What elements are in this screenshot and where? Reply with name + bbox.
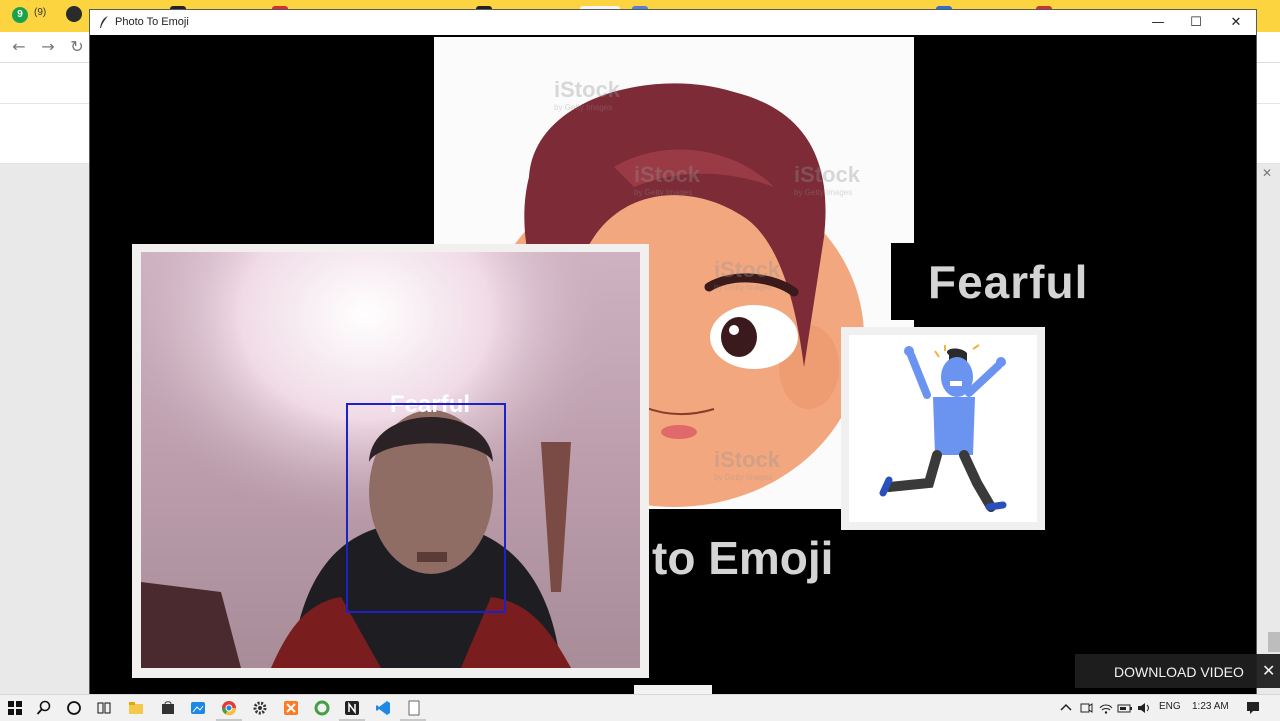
watermark: iStock by Getty Images	[794, 162, 861, 197]
minimize-button[interactable]: —	[1138, 10, 1178, 35]
wifi-icon[interactable]	[1098, 700, 1114, 716]
task-view-icon[interactable]	[96, 700, 112, 716]
volume-icon[interactable]	[1136, 700, 1152, 716]
battery-icon[interactable]	[1117, 700, 1133, 716]
browser-tab-icon[interactable]	[66, 6, 82, 22]
photo-to-emoji-window: Photo To Emoji — ☐ ✕ iStock by Getty Imag…	[89, 9, 1257, 695]
browser-scrollbar[interactable]	[1268, 632, 1280, 652]
feather-icon	[100, 16, 108, 28]
windows-start-icon[interactable]	[7, 700, 23, 716]
vscode-icon[interactable]	[375, 700, 391, 716]
windows-taskbar: ENG 1:23 AM	[0, 694, 1280, 721]
notepad-icon[interactable]	[406, 700, 422, 716]
chevron-up-icon[interactable]	[1058, 700, 1074, 716]
close-icon[interactable]: ✕	[1262, 166, 1272, 180]
face-detection-box	[346, 403, 506, 613]
watermark: iStock by Getty Images	[714, 447, 781, 482]
window-titlebar: Photo To Emoji — ☐ ✕	[90, 10, 1256, 36]
store-icon[interactable]	[160, 700, 176, 716]
chrome-icon[interactable]	[221, 700, 237, 716]
emoji-image	[849, 335, 1037, 522]
maximize-button[interactable]: ☐	[1176, 10, 1216, 35]
reload-icon[interactable]: ↻	[66, 36, 88, 58]
notion-icon[interactable]	[344, 700, 360, 716]
notification-center-icon[interactable]	[1245, 700, 1261, 716]
download-video-button[interactable]: DOWNLOAD VIDEO	[1114, 664, 1244, 680]
emoji-panel	[841, 327, 1045, 530]
emotion-heading: Fearful	[928, 256, 1089, 308]
clock[interactable]: 1:23 AM	[1192, 701, 1229, 712]
xampp-icon[interactable]	[283, 700, 299, 716]
cortana-icon[interactable]	[66, 700, 82, 716]
settings-icon[interactable]	[252, 700, 268, 716]
app-canvas: iStock by Getty Images iStock by Getty Ima…	[90, 35, 1256, 695]
fearful-emoji-icon	[879, 344, 1007, 512]
search-icon[interactable]	[36, 700, 52, 716]
watermark: iStock by Getty Images	[554, 77, 621, 112]
meet-now-icon[interactable]	[1078, 700, 1094, 716]
forward-icon[interactable]: →	[37, 36, 59, 58]
language-indicator[interactable]: ENG	[1159, 701, 1181, 712]
app-subtitle: to Emoji	[652, 532, 834, 584]
notification-badge[interactable]: 9	[12, 7, 28, 23]
file-explorer-icon[interactable]	[128, 700, 144, 716]
close-button[interactable]: ✕	[1216, 10, 1256, 35]
photos-icon[interactable]	[190, 700, 206, 716]
window-title: Photo To Emoji	[115, 16, 189, 28]
watermark: iStock by Getty Images	[634, 162, 701, 197]
close-icon[interactable]: ✕	[1262, 661, 1275, 680]
back-icon[interactable]: ←	[8, 36, 30, 58]
watermark: iStock by Getty Images	[714, 257, 781, 292]
green-app-icon[interactable]	[314, 700, 330, 716]
